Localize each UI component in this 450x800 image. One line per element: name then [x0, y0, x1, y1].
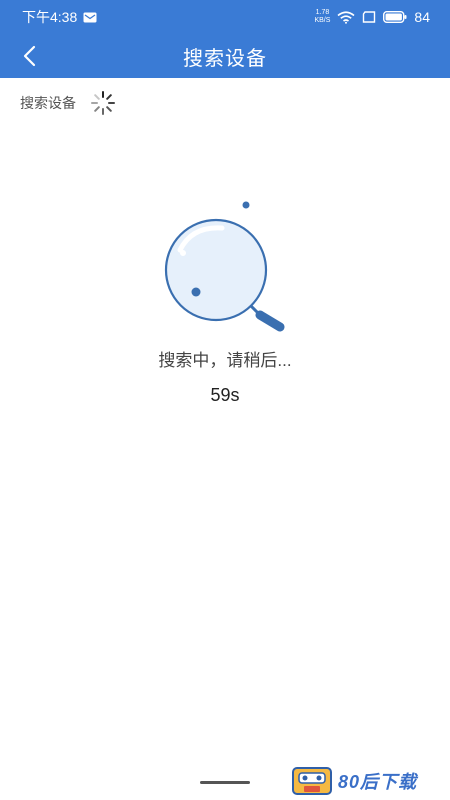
watermark-text: 80后下载	[338, 772, 418, 792]
countdown-timer: 59s	[210, 385, 240, 405]
magnifier-illustration-icon	[164, 201, 285, 332]
app-bar: 搜索设备	[0, 34, 450, 78]
message-icon	[83, 12, 97, 22]
sim-card-icon	[363, 11, 376, 23]
status-left: 下午4:38	[22, 7, 97, 27]
page-title: 搜索设备	[183, 47, 267, 70]
home-indicator[interactable]	[200, 781, 250, 784]
battery-icon	[383, 11, 407, 23]
net-speed: 1.78 KB/S	[314, 9, 330, 25]
net-speed-unit: KB/S	[314, 17, 331, 24]
loading-spinner-icon	[91, 91, 115, 115]
status-bar: 下午4:38 1.78 KB/S 84	[0, 0, 450, 34]
battery-level: 84	[414, 9, 430, 25]
status-right: 1.78 KB/S 84	[314, 9, 430, 25]
search-status-text: 搜索中，请稍后...	[158, 351, 292, 370]
watermark: 80后下载	[292, 766, 417, 796]
back-button[interactable]	[14, 42, 44, 70]
net-speed-value: 1.78	[315, 9, 330, 16]
wifi-icon	[337, 10, 355, 24]
cassette-logo-icon	[292, 767, 332, 795]
search-section-header: 搜索设备	[20, 91, 116, 115]
status-time: 下午4:38	[22, 9, 78, 25]
section-label: 搜索设备	[20, 95, 76, 111]
chevron-left-icon	[23, 45, 36, 67]
